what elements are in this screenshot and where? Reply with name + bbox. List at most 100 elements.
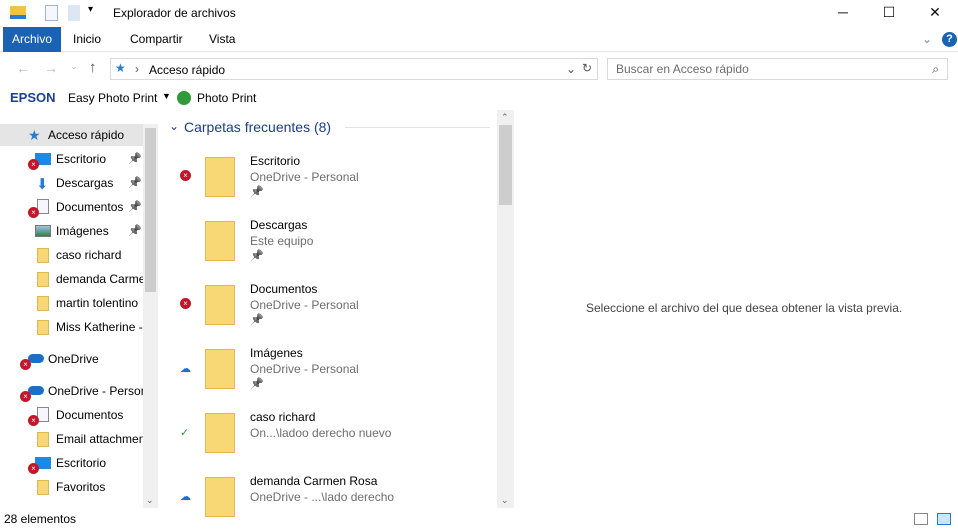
close-button[interactable]: ✕ <box>912 0 958 26</box>
star-icon: ★ <box>28 127 41 143</box>
scroll-down-icon[interactable]: ⌄ <box>146 495 154 506</box>
folder-name: Documentos <box>250 282 318 296</box>
folder-name: Escritorio <box>250 154 301 168</box>
content-scrollbar-thumb[interactable] <box>499 125 512 205</box>
nav-item-label: Acceso rápido <box>48 128 125 142</box>
nav-item[interactable]: × OneDrive <box>0 348 143 370</box>
folder-location: OneDrive - Personal <box>250 298 359 312</box>
navigation-pane: ★ Acceso rápido × Escritorio 📌 ⬇ Descargas 📌 × Do… <box>0 124 158 508</box>
nav-item-label: Descargas <box>56 176 114 190</box>
tab-compartir[interactable]: Compartir <box>117 27 196 52</box>
up-button[interactable]: ↑ <box>89 59 97 76</box>
sync-error-icon: × <box>180 298 191 309</box>
nav-scrollbar-thumb[interactable] <box>145 128 156 292</box>
nav-item[interactable]: × Escritorio <box>0 452 143 474</box>
nav-item-label: Email attachments <box>56 432 143 446</box>
folder-tile[interactable]: caso richard On...\ladoo derecho nuevo ✓ <box>170 408 490 468</box>
item-count: 28 elementos <box>4 512 77 526</box>
pin-icon: 📌 <box>250 250 264 262</box>
ribbon-tabs: Archivo Inicio Compartir Vista ⌄ ? <box>0 27 958 52</box>
nav-item-label: Favoritos <box>56 480 106 494</box>
nav-item-label: Escritorio <box>56 456 107 470</box>
nav-item-label: OneDrive <box>48 352 99 366</box>
nav-item[interactable]: Imágenes 📌 <box>0 220 143 242</box>
nav-item[interactable]: Email attachments <box>0 428 143 450</box>
back-button[interactable]: ← <box>16 60 30 76</box>
folder-location: On...\ladoo derecho nuevo <box>250 426 392 440</box>
tab-inicio[interactable]: Inicio <box>60 27 114 52</box>
tab-archivo[interactable]: Archivo <box>3 27 62 52</box>
nav-item[interactable]: demanda Carmen Rosa <box>0 268 143 290</box>
folder-icon <box>37 248 49 263</box>
folder-tile[interactable]: Escritorio OneDrive - Personal 📌 × <box>170 152 490 212</box>
nav-item[interactable]: caso richard <box>0 244 143 266</box>
pin-icon: 📌 <box>128 153 142 165</box>
epson-toolbar: EPSON Easy Photo Print ▼ Photo Print <box>0 88 958 108</box>
nav-item[interactable]: × Escritorio 📌 <box>0 148 143 170</box>
sync-error-icon: × <box>180 170 191 181</box>
folder-icon <box>37 480 49 495</box>
easy-photo-print-button[interactable]: Easy Photo Print <box>68 91 157 105</box>
folder-icon <box>205 221 235 261</box>
folder-name: Imágenes <box>250 346 303 360</box>
tab-vista[interactable]: Vista <box>196 27 248 52</box>
image-icon <box>35 225 51 237</box>
dropdown-icon[interactable]: ▼ <box>162 91 171 101</box>
nav-item[interactable]: martin tolentino <box>0 292 143 314</box>
nav-item[interactable]: × OneDrive - Personal <box>0 380 143 402</box>
sync-error-icon: × <box>28 463 39 474</box>
nav-item-label: Documentos <box>56 200 124 214</box>
sync-error-icon: × <box>20 391 31 402</box>
minimize-button[interactable]: ─ <box>820 0 866 26</box>
sync-error-icon: × <box>28 159 39 170</box>
forward-button[interactable]: → <box>44 60 58 76</box>
recent-locations-button[interactable]: ⌄ <box>70 61 78 72</box>
search-input[interactable]: Buscar en Acceso rápido ⌕ <box>607 58 948 80</box>
address-bar[interactable]: ★ › Acceso rápido ⌄ ↻ <box>110 58 598 80</box>
cloud-status-icon: ☁ <box>180 491 191 503</box>
nav-scrollbar[interactable]: ⌄ <box>143 124 158 508</box>
folder-tile[interactable]: Descargas Este equipo 📌 <box>170 216 490 276</box>
nav-item[interactable]: Miss Katherine - <box>0 316 143 338</box>
folder-icon <box>37 296 49 311</box>
help-button[interactable]: ? <box>942 32 957 47</box>
nav-item[interactable]: Favoritos <box>0 476 143 498</box>
maximize-button[interactable]: ☐ <box>866 0 912 26</box>
scroll-down-icon[interactable]: ⌄ <box>501 495 509 506</box>
folder-icon <box>37 272 49 287</box>
nav-item-label: Imágenes <box>56 224 109 238</box>
pin-icon: 📌 <box>128 201 142 213</box>
synced-icon: ✓ <box>180 427 190 439</box>
pin-icon: 📌 <box>128 225 142 237</box>
folder-name: Descargas <box>250 218 308 232</box>
epson-logo: EPSON <box>10 90 56 105</box>
nav-item[interactable]: × Documentos 📌 <box>0 196 143 218</box>
refresh-icon[interactable]: ↻ <box>582 61 592 75</box>
folder-tile[interactable]: Documentos OneDrive - Personal 📌 × <box>170 280 490 340</box>
new-folder-icon[interactable] <box>68 5 80 21</box>
group-header[interactable]: Carpetas frecuentes (8) <box>184 119 331 135</box>
sync-error-icon: × <box>28 207 39 218</box>
sync-error-icon: × <box>28 415 39 426</box>
details-view-button[interactable] <box>914 513 928 525</box>
folder-app-icon <box>10 6 26 19</box>
customize-toolbar-icon[interactable]: ▾ <box>88 4 93 15</box>
group-collapse-icon[interactable]: ⌄ <box>169 119 179 133</box>
nav-item-label: Miss Katherine - <box>56 320 143 334</box>
search-placeholder: Buscar en Acceso rápido <box>616 62 749 76</box>
large-icons-view-button[interactable] <box>937 513 951 525</box>
content-scrollbar[interactable]: ⌃ ⌄ <box>497 110 514 508</box>
expand-ribbon-icon[interactable]: ⌄ <box>922 32 932 46</box>
nav-item[interactable]: ★ Acceso rápido <box>0 124 143 146</box>
properties-icon[interactable] <box>45 5 58 21</box>
title-bar: ▾ Explorador de archivos ─ ☐ ✕ <box>0 0 958 27</box>
nav-item-label: OneDrive - Personal <box>48 384 143 398</box>
photo-print-button[interactable]: Photo Print <box>197 91 256 105</box>
address-path: Acceso rápido <box>149 63 226 77</box>
folder-tile[interactable]: Imágenes OneDrive - Personal 📌 ☁ <box>170 344 490 404</box>
nav-item-label: Documentos <box>56 408 124 422</box>
nav-item[interactable]: ⬇ Descargas 📌 <box>0 172 143 194</box>
nav-item[interactable]: × Documentos <box>0 404 143 426</box>
address-dropdown-icon[interactable]: ⌄ <box>566 62 576 76</box>
scroll-up-icon[interactable]: ⌃ <box>501 112 509 123</box>
